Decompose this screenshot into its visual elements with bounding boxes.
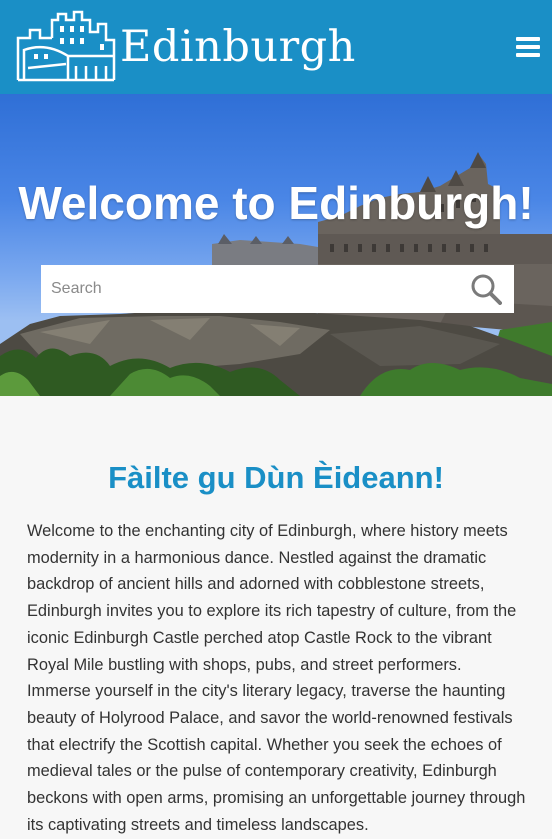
gaelic-welcome-heading: Fàilte gu Dùn Èideann! [108,460,444,495]
site-header: Edinburgh [0,0,552,94]
search-bar [41,265,514,313]
hero-title: Welcome to Edinburgh! [18,177,534,229]
hamburger-menu-icon[interactable] [516,37,542,59]
castle-photo [0,152,552,396]
castle-logo-icon[interactable] [16,10,116,82]
hero-banner: Welcome to Edinburgh! [0,94,552,396]
search-input[interactable] [41,265,461,313]
main-content: Fàilte gu Dùn Èideann! Welcome to the en… [0,396,552,839]
intro-paragraph: Welcome to the enchanting city of Edinbu… [27,522,526,834]
search-icon[interactable] [470,273,502,305]
brand-name[interactable]: Edinburgh [120,26,356,69]
